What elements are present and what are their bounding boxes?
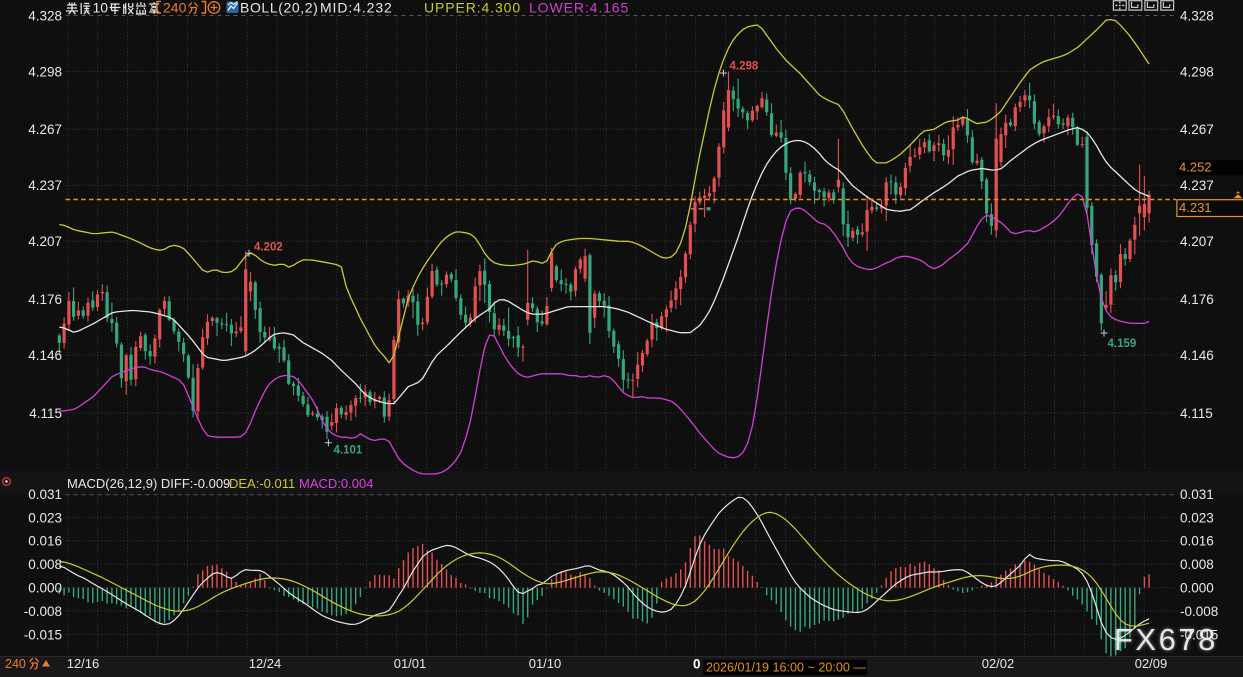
svg-text:4.115: 4.115 [1180, 406, 1213, 421]
svg-text:4.267: 4.267 [28, 122, 62, 137]
svg-text:0.000: 0.000 [28, 581, 62, 596]
svg-text:0.000: 0.000 [1180, 581, 1214, 596]
svg-text:4.207: 4.207 [28, 234, 62, 249]
svg-text:01/10: 01/10 [529, 656, 562, 671]
svg-text:02/02: 02/02 [982, 656, 1015, 671]
svg-text:4.207: 4.207 [1180, 234, 1214, 249]
svg-text:4.176: 4.176 [1180, 292, 1214, 307]
svg-text:BOLL(20,2): BOLL(20,2) [240, 0, 318, 16]
svg-text:LOWER:4.165: LOWER:4.165 [529, 0, 629, 16]
svg-text:4.328: 4.328 [28, 8, 62, 23]
svg-text:12/24: 12/24 [249, 656, 282, 671]
svg-text:4.231: 4.231 [1179, 200, 1212, 215]
svg-text:4.159: 4.159 [1108, 338, 1137, 350]
svg-text:240: 240 [5, 657, 26, 671]
svg-text:-0.008: -0.008 [24, 604, 62, 619]
svg-text:0.008: 0.008 [28, 557, 62, 572]
svg-text:2026/01/19 16:00 ~ 20:00 —: 2026/01/19 16:00 ~ 20:00 — [706, 660, 866, 674]
svg-text:0.008: 0.008 [1180, 557, 1214, 572]
svg-text:-0.008: -0.008 [1180, 604, 1218, 619]
svg-text:4.328: 4.328 [1180, 8, 1214, 23]
svg-text:0.016: 0.016 [1180, 534, 1214, 549]
svg-text:MID:4.232: MID:4.232 [320, 0, 393, 16]
svg-text:10: 10 [93, 0, 109, 16]
svg-text:4.237: 4.237 [1180, 178, 1214, 193]
svg-text:0.023: 0.023 [28, 510, 62, 525]
svg-text:0.031: 0.031 [28, 487, 62, 502]
svg-text:4.101: 4.101 [334, 445, 363, 457]
svg-text:4.298: 4.298 [28, 64, 62, 79]
svg-text:MACD:0.004: MACD:0.004 [299, 476, 373, 491]
svg-text:0.016: 0.016 [28, 534, 62, 549]
svg-text:-0.015: -0.015 [24, 627, 62, 642]
svg-text:4.202: 4.202 [254, 242, 283, 254]
svg-text:12/16: 12/16 [67, 656, 100, 671]
svg-text:4.252: 4.252 [1179, 160, 1212, 175]
svg-text:02/09: 02/09 [1135, 656, 1168, 671]
svg-text:240: 240 [163, 0, 187, 16]
svg-text:UPPER:4.300: UPPER:4.300 [424, 0, 521, 16]
svg-text:4.115: 4.115 [29, 406, 62, 421]
svg-text:FX678: FX678 [1114, 622, 1218, 657]
svg-text:4.267: 4.267 [1180, 122, 1214, 137]
svg-text:4.146: 4.146 [1180, 348, 1214, 363]
svg-text:4.298: 4.298 [1180, 64, 1214, 79]
svg-text:0.023: 0.023 [1180, 510, 1214, 525]
svg-text:4.176: 4.176 [28, 292, 62, 307]
svg-text:0.031: 0.031 [1180, 487, 1214, 502]
svg-text:4.146: 4.146 [28, 348, 62, 363]
svg-text:0: 0 [693, 657, 701, 672]
svg-text:DEA:-0.011: DEA:-0.011 [229, 476, 295, 491]
svg-text:MACD(26,12,9) DIFF:-0.009: MACD(26,12,9) DIFF:-0.009 [67, 476, 230, 491]
svg-text:4.237: 4.237 [28, 178, 62, 193]
svg-text:4.298: 4.298 [730, 61, 759, 73]
svg-text:01/01: 01/01 [394, 656, 427, 671]
